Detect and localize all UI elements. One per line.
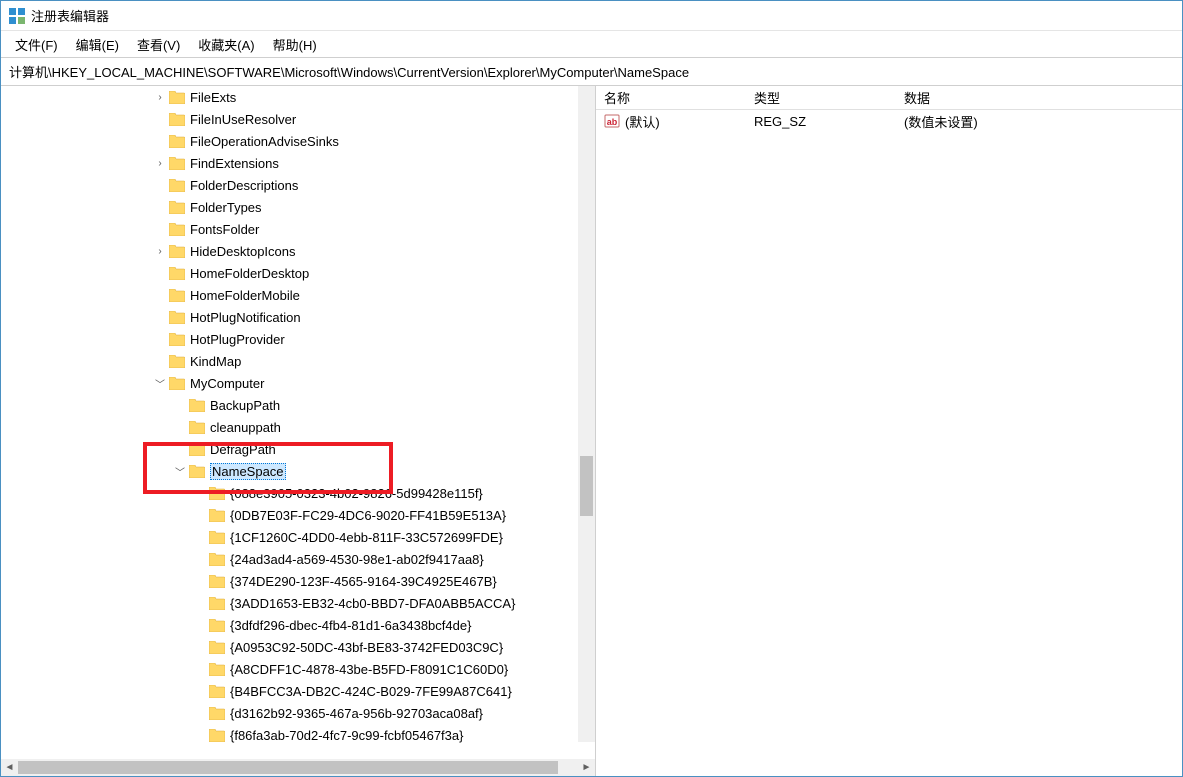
tree-item-label: HideDesktopIcons bbox=[190, 244, 296, 259]
tree-item-label: {1CF1260C-4DD0-4ebb-811F-33C572699FDE} bbox=[230, 530, 503, 545]
window-title: 注册表编辑器 bbox=[31, 6, 109, 25]
tree-item[interactable]: ›{374DE290-123F-4565-9164-39C4925E467B} bbox=[1, 570, 578, 592]
tree-item-label: {3ADD1653-EB32-4cb0-BBD7-DFA0ABB5ACCA} bbox=[230, 596, 515, 611]
tree-item[interactable]: ›{A0953C92-50DC-43bf-BE83-3742FED03C9C} bbox=[1, 636, 578, 658]
tree-item-label: {088e3905-0323-4b02-9826-5d99428e115f} bbox=[230, 486, 483, 501]
values-header: 名称 类型 数据 bbox=[596, 86, 1182, 110]
tree-item-label: FolderDescriptions bbox=[190, 178, 298, 193]
column-name[interactable]: 名称 bbox=[596, 85, 746, 110]
menubar: 文件(F) 编辑(E) 查看(V) 收藏夹(A) 帮助(H) bbox=[1, 31, 1182, 57]
menu-help[interactable]: 帮助(H) bbox=[265, 32, 325, 57]
chevron-right-icon[interactable]: › bbox=[153, 90, 167, 104]
tree-item[interactable]: ›HotPlugProvider bbox=[1, 328, 578, 350]
value-row[interactable]: ab (默认) REG_SZ (数值未设置) bbox=[596, 110, 1182, 132]
tree-item-label: {0DB7E03F-FC29-4DC6-9020-FF41B59E513A} bbox=[230, 508, 506, 523]
tree-item[interactable]: ›FileInUseResolver bbox=[1, 108, 578, 130]
tree-item-label: MyComputer bbox=[190, 376, 264, 391]
tree-item-label: FontsFolder bbox=[190, 222, 259, 237]
tree-item[interactable]: ﹀ NameSpace bbox=[1, 460, 578, 482]
tree-item-label: FindExtensions bbox=[190, 156, 279, 171]
tree-item[interactable]: ›{f86fa3ab-70d2-4fc7-9c99-fcbf05467f3a} bbox=[1, 724, 578, 746]
chevron-right-icon[interactable]: › bbox=[153, 244, 167, 258]
tree-item[interactable]: ›cleanuppath bbox=[1, 416, 578, 438]
menu-favorites[interactable]: 收藏夹(A) bbox=[190, 32, 262, 57]
tree-item-label: DefragPath bbox=[210, 442, 276, 457]
tree-item-label: {B4BFCC3A-DB2C-424C-B029-7FE99A87C641} bbox=[230, 684, 512, 699]
tree-item[interactable]: ›HomeFolderMobile bbox=[1, 284, 578, 306]
tree-item-label: {f86fa3ab-70d2-4fc7-9c99-fcbf05467f3a} bbox=[230, 728, 463, 743]
tree-content[interactable]: ›FileExts›FileInUseResolver›FileOperatio… bbox=[1, 86, 578, 759]
tree-item[interactable]: › HideDesktopIcons bbox=[1, 240, 578, 262]
tree-item[interactable]: ›HotPlugNotification bbox=[1, 306, 578, 328]
tree-item-label: {d3162b92-9365-467a-956b-92703aca08af} bbox=[230, 706, 483, 721]
value-data: (数值未设置) bbox=[904, 112, 978, 131]
tree-item[interactable]: ›BackupPath bbox=[1, 394, 578, 416]
titlebar: 注册表编辑器 bbox=[1, 1, 1182, 31]
menu-edit[interactable]: 编辑(E) bbox=[68, 32, 127, 57]
tree-item-label: {374DE290-123F-4565-9164-39C4925E467B} bbox=[230, 574, 497, 589]
chevron-down-icon[interactable]: ﹀ bbox=[153, 376, 167, 390]
tree-item-label: {24ad3ad4-a569-4530-98e1-ab02f9417aa8} bbox=[230, 552, 484, 567]
tree-item-label: cleanuppath bbox=[210, 420, 281, 435]
tree-item-label: HotPlugNotification bbox=[190, 310, 301, 325]
regedit-icon bbox=[9, 8, 25, 24]
tree-item-label: {A8CDFF1C-4878-43be-B5FD-F8091C1C60D0} bbox=[230, 662, 508, 677]
tree-item-label: FolderTypes bbox=[190, 200, 262, 215]
tree-item[interactable]: ›{B4BFCC3A-DB2C-424C-B029-7FE99A87C641} bbox=[1, 680, 578, 702]
tree-item-label: NameSpace bbox=[210, 463, 286, 480]
tree-item[interactable]: ›FolderTypes bbox=[1, 196, 578, 218]
scroll-right-arrow[interactable]: ► bbox=[578, 759, 595, 776]
tree-item[interactable]: ›{24ad3ad4-a569-4530-98e1-ab02f9417aa8} bbox=[1, 548, 578, 570]
tree-item[interactable]: › FindExtensions bbox=[1, 152, 578, 174]
column-type[interactable]: 类型 bbox=[746, 85, 896, 110]
tree-item-label: HotPlugProvider bbox=[190, 332, 285, 347]
tree-item[interactable]: ›{d3162b92-9365-467a-956b-92703aca08af} bbox=[1, 702, 578, 724]
tree-item-label: {A0953C92-50DC-43bf-BE83-3742FED03C9C} bbox=[230, 640, 503, 655]
scrollbar-thumb[interactable] bbox=[580, 456, 593, 516]
tree-item[interactable]: ›{3dfdf296-dbec-4fb4-81d1-6a3438bcf4de} bbox=[1, 614, 578, 636]
chevron-down-icon[interactable]: ﹀ bbox=[173, 464, 187, 478]
tree-item-label: {3dfdf296-dbec-4fb4-81d1-6a3438bcf4de} bbox=[230, 618, 471, 633]
value-type: REG_SZ bbox=[754, 114, 806, 129]
menu-view[interactable]: 查看(V) bbox=[129, 32, 188, 57]
tree-item[interactable]: ›HomeFolderDesktop bbox=[1, 262, 578, 284]
chevron-right-icon[interactable]: › bbox=[153, 156, 167, 170]
tree-item[interactable]: ›FontsFolder bbox=[1, 218, 578, 240]
tree-item-label: FileExts bbox=[190, 90, 236, 105]
tree-item[interactable]: ›{1CF1260C-4DD0-4ebb-811F-33C572699FDE} bbox=[1, 526, 578, 548]
tree-item[interactable]: ›{0DB7E03F-FC29-4DC6-9020-FF41B59E513A} bbox=[1, 504, 578, 526]
tree-item[interactable]: ›FileOperationAdviseSinks bbox=[1, 130, 578, 152]
svg-text:ab: ab bbox=[607, 117, 618, 127]
menu-file[interactable]: 文件(F) bbox=[7, 32, 66, 57]
scrollbar-thumb[interactable] bbox=[18, 761, 558, 774]
values-pane: 名称 类型 数据 ab (默认) REG_SZ (数值未设置) bbox=[596, 86, 1182, 776]
tree-item[interactable]: ›{3ADD1653-EB32-4cb0-BBD7-DFA0ABB5ACCA} bbox=[1, 592, 578, 614]
tree-item[interactable]: ﹀ MyComputer bbox=[1, 372, 578, 394]
tree-pane: ›FileExts›FileInUseResolver›FileOperatio… bbox=[1, 86, 596, 776]
scroll-left-arrow[interactable]: ◄ bbox=[1, 759, 18, 776]
address-bar[interactable]: 计算机\HKEY_LOCAL_MACHINE\SOFTWARE\Microsof… bbox=[1, 57, 1182, 86]
value-name: (默认) bbox=[625, 112, 660, 131]
tree-item[interactable]: ›KindMap bbox=[1, 350, 578, 372]
tree-horizontal-scrollbar[interactable]: ◄ ► bbox=[1, 759, 595, 776]
tree-item-label: FileInUseResolver bbox=[190, 112, 296, 127]
tree-item[interactable]: ›{A8CDFF1C-4878-43be-B5FD-F8091C1C60D0} bbox=[1, 658, 578, 680]
tree-item[interactable]: ›FolderDescriptions bbox=[1, 174, 578, 196]
tree-item[interactable]: › FileExts bbox=[1, 86, 578, 108]
string-value-icon: ab bbox=[604, 113, 620, 129]
tree-item[interactable]: ›DefragPath bbox=[1, 438, 578, 460]
tree-item-label: HomeFolderMobile bbox=[190, 288, 300, 303]
tree-vertical-scrollbar[interactable] bbox=[578, 86, 595, 742]
column-data[interactable]: 数据 bbox=[896, 85, 1182, 110]
main-split: ›FileExts›FileInUseResolver›FileOperatio… bbox=[1, 86, 1182, 776]
values-list[interactable]: ab (默认) REG_SZ (数值未设置) bbox=[596, 110, 1182, 776]
tree-item-label: FileOperationAdviseSinks bbox=[190, 134, 339, 149]
tree-item-label: KindMap bbox=[190, 354, 241, 369]
tree-item[interactable]: ›{088e3905-0323-4b02-9826-5d99428e115f} bbox=[1, 482, 578, 504]
tree-item-label: BackupPath bbox=[210, 398, 280, 413]
tree-item-label: HomeFolderDesktop bbox=[190, 266, 309, 281]
